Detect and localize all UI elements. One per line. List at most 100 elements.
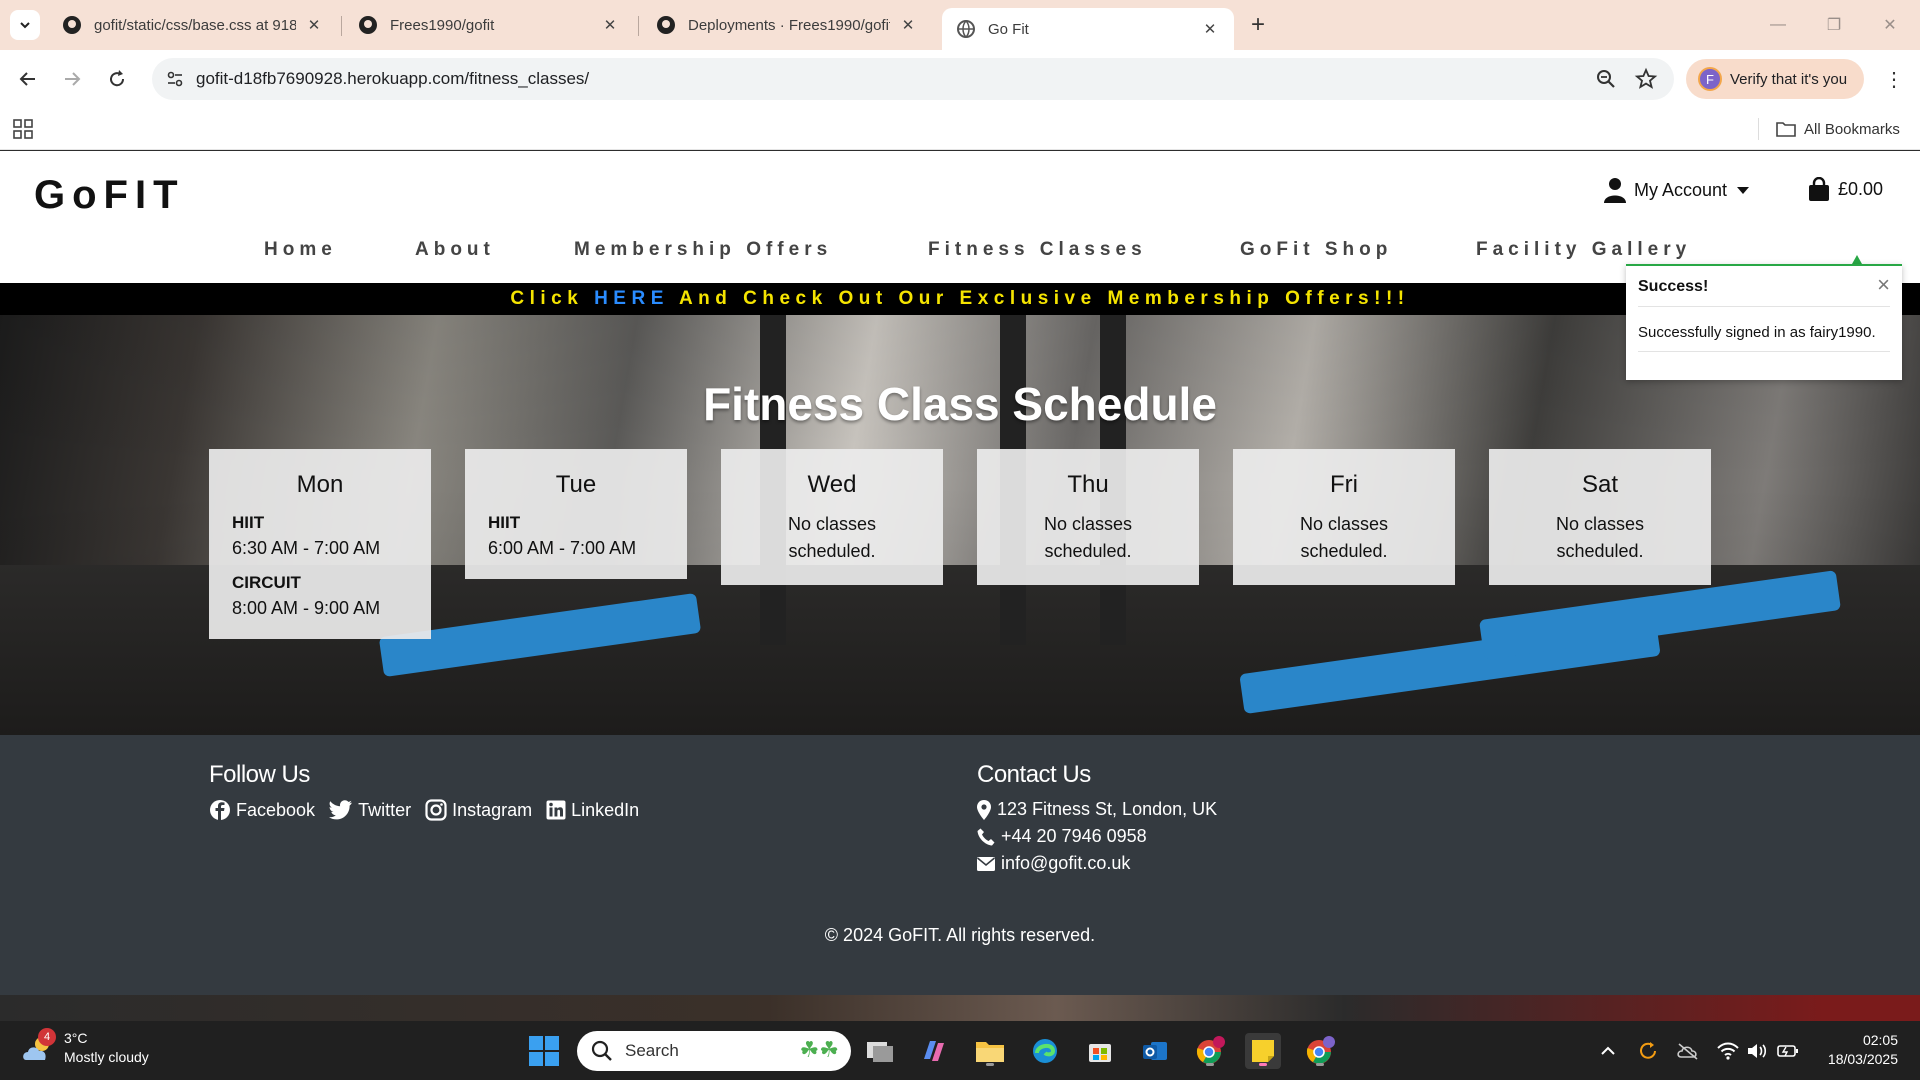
day-name: Mon <box>296 471 344 498</box>
tab-search-button[interactable] <box>10 10 40 40</box>
tab-separator <box>638 16 639 36</box>
restore-icon[interactable]: ❐ <box>1814 10 1854 40</box>
arrow-left-icon <box>19 72 35 86</box>
twitter-icon <box>329 800 353 820</box>
reload-button[interactable] <box>101 63 133 95</box>
nav-facility-gallery[interactable]: Facility Gallery <box>1476 239 1691 261</box>
battery-icon[interactable] <box>1776 1039 1800 1063</box>
new-tab-button[interactable]: + <box>1244 11 1272 39</box>
wifi-icon[interactable] <box>1716 1039 1740 1063</box>
day-card-tue: Tue HIIT 6:00 AM - 7:00 AM <box>465 449 687 579</box>
edge-icon[interactable] <box>1027 1033 1063 1069</box>
no-classes-text: No classes scheduled. <box>1299 514 1389 561</box>
day-card-sat: Sat No classes scheduled. <box>1489 449 1711 585</box>
nav-membership-offers[interactable]: Membership Offers <box>574 239 832 261</box>
folder-icon <box>1776 122 1796 137</box>
chrome-profile-icon[interactable] <box>1192 1033 1228 1069</box>
outlook-icon[interactable] <box>1137 1033 1173 1069</box>
onedrive-offline-icon[interactable] <box>1676 1039 1700 1063</box>
back-button[interactable] <box>12 63 44 95</box>
caret-down-icon <box>1737 186 1750 194</box>
close-window-icon[interactable]: ✕ <box>1870 10 1910 40</box>
site-footer: Follow Us Facebook Twitter Instagram Lin… <box>0 735 1920 995</box>
nav-home[interactable]: Home <box>264 239 337 261</box>
linkedin-link[interactable]: LinkedIn <box>546 799 639 821</box>
web-page: GoFIT My Account £0.00 Home About Member… <box>0 151 1920 995</box>
search-icon <box>591 1040 612 1061</box>
promo-text: Click <box>510 288 595 309</box>
weather-temp: 3°C <box>64 1030 88 1046</box>
file-explorer-icon[interactable] <box>972 1033 1008 1069</box>
windows-start-icon[interactable] <box>528 1035 560 1067</box>
shopping-bag-icon <box>1809 177 1829 201</box>
day-card-thu: Thu No classes scheduled. <box>977 449 1199 585</box>
twitter-link[interactable]: Twitter <box>329 799 411 821</box>
microsoft-store-icon[interactable] <box>1082 1033 1118 1069</box>
minimize-icon[interactable]: — <box>1758 10 1798 40</box>
tab-gofit-repo[interactable]: Frees1990/gofit ✕ <box>344 8 634 42</box>
nav-about[interactable]: About <box>415 239 495 261</box>
chevron-up-icon[interactable] <box>1596 1039 1620 1063</box>
github-icon <box>657 16 675 34</box>
toast-message: Successfully signed in as fairy1990. <box>1638 324 1876 341</box>
url-text[interactable]: gofit-d18fb7690928.herokuapp.com/fitness… <box>196 69 589 89</box>
basket-link[interactable]: £0.00 <box>1808 177 1883 201</box>
promo-here-link[interactable]: HERE <box>594 288 669 309</box>
system-clock[interactable]: 02:05 18/03/2025 <box>1818 1031 1898 1069</box>
toast-divider <box>1638 306 1890 307</box>
instagram-link[interactable]: Instagram <box>425 799 532 821</box>
success-toast: Success! × Successfully signed in as fai… <box>1626 264 1902 380</box>
github-icon <box>359 16 377 34</box>
day-card-wed: Wed No classes scheduled. <box>721 449 943 585</box>
address-bar[interactable]: gofit-d18fb7690928.herokuapp.com/fitness… <box>152 58 1674 100</box>
profile-avatar: F <box>1698 67 1722 91</box>
kebab-menu-icon[interactable]: ⋮ <box>1880 64 1908 94</box>
day-name: Tue <box>555 471 597 498</box>
copilot-icon[interactable] <box>916 1033 952 1069</box>
facebook-icon <box>210 800 230 820</box>
bookmark-star-icon[interactable] <box>1634 67 1658 91</box>
bookmarks-bar: All Bookmarks <box>0 108 1920 150</box>
close-icon[interactable]: ✕ <box>304 15 324 35</box>
day-card-mon: Mon HIIT 6:30 AM - 7:00 AM CIRCUIT 8:00 … <box>209 449 431 639</box>
nav-gofit-shop[interactable]: GoFit Shop <box>1240 239 1392 261</box>
close-icon[interactable]: ✕ <box>1200 19 1220 39</box>
running-indicator <box>1259 1063 1267 1066</box>
day-name: Fri <box>1330 471 1358 498</box>
envelope-icon <box>977 856 995 871</box>
all-bookmarks-label: All Bookmarks <box>1804 120 1900 138</box>
basket-total: £0.00 <box>1838 178 1884 199</box>
tab-go-fit[interactable]: Go Fit ✕ <box>942 8 1234 50</box>
my-account-dropdown[interactable]: My Account <box>1604 177 1750 203</box>
close-icon[interactable]: ✕ <box>898 15 918 35</box>
site-logo[interactable]: GoFIT <box>34 173 185 218</box>
close-icon[interactable]: ✕ <box>600 15 620 35</box>
all-bookmarks-button[interactable]: All Bookmarks <box>1776 116 1900 142</box>
weather-widget[interactable]: 4 3°C Mostly cloudy <box>20 1028 149 1067</box>
toast-close-button[interactable]: × <box>1877 272 1890 298</box>
verify-label: Verify that it's you <box>1730 70 1848 88</box>
sticky-notes-icon[interactable] <box>1245 1033 1281 1069</box>
zoom-icon[interactable] <box>1594 67 1618 91</box>
nav-fitness-classes[interactable]: Fitness Classes <box>928 239 1147 261</box>
verify-identity-chip[interactable]: F Verify that it's you <box>1686 59 1864 99</box>
taskbar-search[interactable]: Search ☘☘ <box>577 1031 851 1071</box>
task-view-icon[interactable] <box>862 1033 898 1069</box>
clock-date: 18/03/2025 <box>1827 1051 1898 1067</box>
volume-icon[interactable] <box>1746 1039 1770 1063</box>
bookmarks-separator <box>1758 118 1759 140</box>
no-classes-text: No classes scheduled. <box>787 514 877 561</box>
tab-deployments[interactable]: Deployments · Frees1990/gofit ✕ <box>642 8 932 42</box>
class-name: HIIT <box>488 513 521 532</box>
tab-base-css[interactable]: gofit/static/css/base.css at 918e ✕ <box>48 8 338 42</box>
site-info-icon[interactable] <box>162 66 188 92</box>
sync-icon[interactable] <box>1636 1039 1660 1063</box>
contact-us-heading: Contact Us <box>977 761 1091 788</box>
apps-grid-icon[interactable] <box>12 118 34 140</box>
chrome-second-profile-icon[interactable] <box>1302 1033 1338 1069</box>
no-classes-text: No classes scheduled. <box>1555 514 1645 561</box>
forward-button[interactable] <box>56 63 88 95</box>
weather-description: Mostly cloudy <box>64 1049 149 1065</box>
facebook-link[interactable]: Facebook <box>209 799 315 821</box>
map-marker-icon <box>977 799 991 820</box>
